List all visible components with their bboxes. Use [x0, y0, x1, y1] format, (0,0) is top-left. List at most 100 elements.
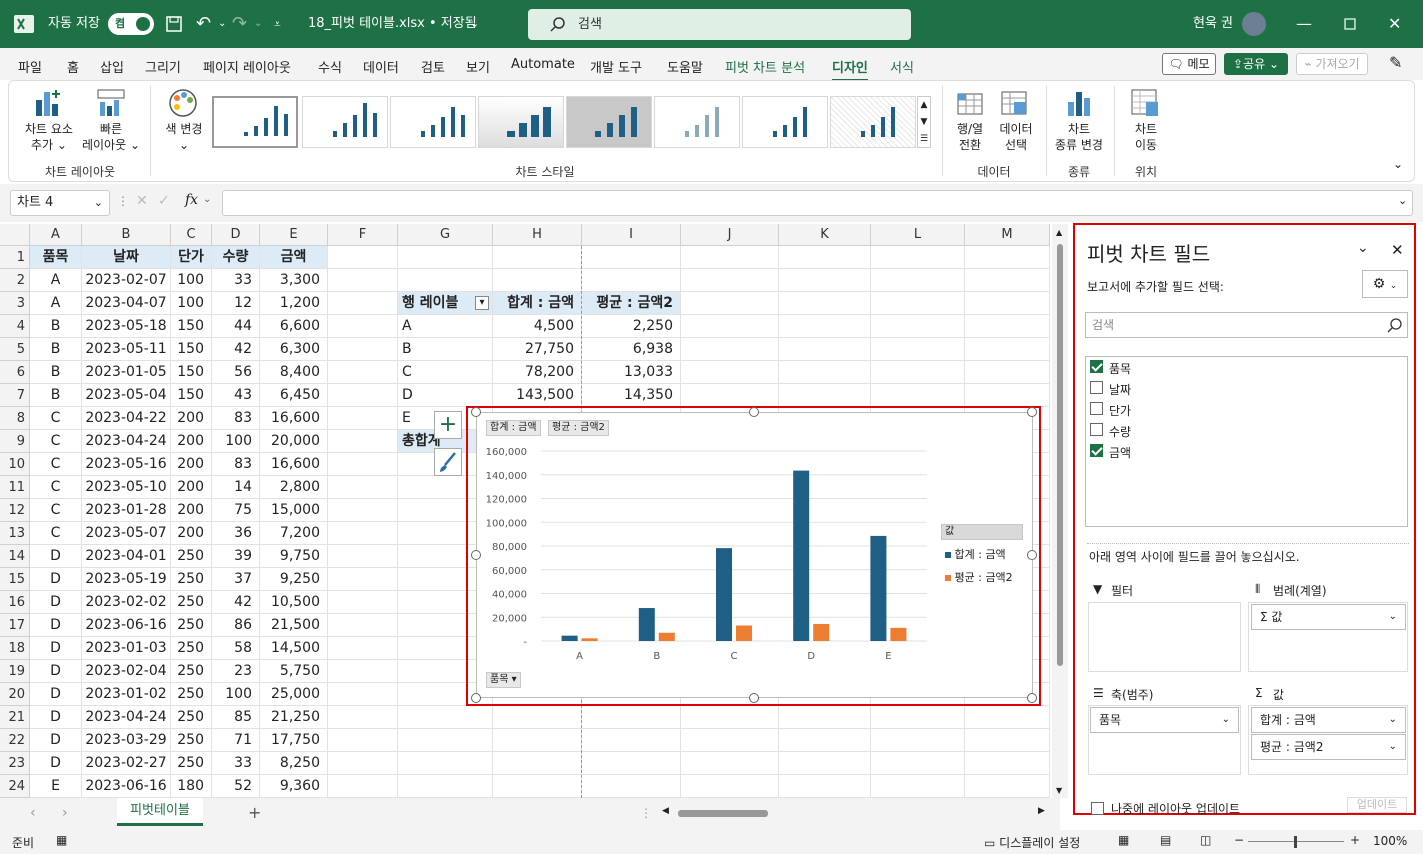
grid-cell[interactable] — [965, 292, 1050, 315]
table-cell[interactable]: 9,250 — [260, 568, 328, 591]
pane-settings-gear-icon[interactable]: ⚙ ⌄ — [1362, 270, 1408, 298]
formula-input[interactable] — [222, 190, 1413, 216]
grid-cell[interactable] — [328, 637, 398, 660]
close-icon[interactable]: ✕ — [1388, 0, 1401, 48]
column-header[interactable]: M — [965, 224, 1050, 246]
table-cell[interactable]: 8,250 — [260, 752, 328, 775]
table-cell[interactable]: D — [30, 568, 82, 591]
grid-cell[interactable] — [871, 729, 965, 752]
row-header[interactable]: 7 — [0, 384, 30, 407]
table-cell[interactable]: 2023-05-16 — [82, 453, 171, 476]
hscroll-thumb[interactable] — [678, 810, 768, 817]
filter-drop-area[interactable] — [1088, 602, 1241, 672]
table-cell[interactable]: B — [30, 361, 82, 384]
chart-style-6[interactable] — [654, 96, 740, 148]
tab-developer[interactable]: 개발 도구 — [590, 57, 642, 76]
table-cell[interactable]: A — [30, 269, 82, 292]
grid-cell[interactable] — [965, 384, 1050, 407]
pivot-row-label[interactable]: D — [398, 384, 493, 407]
row-header[interactable]: 12 — [0, 499, 30, 522]
table-cell[interactable]: 250 — [171, 683, 212, 706]
collapse-ribbon-icon[interactable]: ⌄ — [1393, 157, 1403, 171]
table-cell[interactable]: 200 — [171, 430, 212, 453]
pivot-filter-dropdown-icon[interactable]: ▾ — [475, 296, 489, 310]
grid-cell[interactable] — [328, 407, 398, 430]
table-cell[interactable]: 23 — [212, 660, 260, 683]
table-cell[interactable]: 10,500 — [260, 591, 328, 614]
resize-handle[interactable] — [1027, 550, 1037, 560]
table-cell[interactable]: 250 — [171, 729, 212, 752]
grid-cell[interactable] — [398, 706, 493, 729]
table-cell[interactable]: 100 — [212, 430, 260, 453]
grid-cell[interactable] — [582, 775, 681, 798]
grid-cell[interactable] — [965, 361, 1050, 384]
table-cell[interactable]: 7,200 — [260, 522, 328, 545]
row-header[interactable]: 16 — [0, 591, 30, 614]
grid-cell[interactable] — [493, 729, 582, 752]
table-cell[interactable]: 2023-05-07 — [82, 522, 171, 545]
undo-icon[interactable]: ↶ — [196, 0, 211, 48]
defer-update-checkbox[interactable] — [1091, 802, 1104, 815]
grid-cell[interactable] — [328, 614, 398, 637]
grid-cell[interactable] — [871, 752, 965, 775]
zoom-in-icon[interactable]: + — [1350, 833, 1360, 847]
fx-dropdown-icon[interactable]: ⌄ — [203, 194, 211, 205]
switch-row-column-button[interactable]: 행/열 전환 — [948, 121, 992, 153]
grid-cell[interactable] — [328, 476, 398, 499]
grid-cell[interactable] — [328, 729, 398, 752]
grid-cell[interactable] — [681, 269, 779, 292]
table-cell[interactable]: 2023-02-07 — [82, 269, 171, 292]
grid-cell[interactable] — [328, 545, 398, 568]
pivot-value-avg[interactable]: 2,250 — [582, 315, 681, 338]
horizontal-scrollbar[interactable]: ◀ ▶ — [662, 806, 1050, 820]
grid-cell[interactable] — [681, 315, 779, 338]
field-label-price[interactable]: 단가 — [1109, 402, 1131, 419]
share-button[interactable]: ⇪공유 ⌄ — [1224, 53, 1288, 75]
add-chart-element-button[interactable]: 차트 요소 추가 ⌄ — [18, 121, 80, 153]
grid-cell[interactable] — [681, 292, 779, 315]
grid-cell[interactable] — [681, 338, 779, 361]
minimize-icon[interactable]: — — [1296, 0, 1312, 48]
table-cell[interactable]: 2023-04-24 — [82, 430, 171, 453]
grid-cell[interactable] — [328, 269, 398, 292]
pane-search-input[interactable]: 검색 — [1085, 312, 1408, 338]
table-cell[interactable]: 5,750 — [260, 660, 328, 683]
grid-cell[interactable] — [398, 246, 493, 269]
table-cell[interactable]: 44 — [212, 315, 260, 338]
redo-dropdown-icon[interactable]: ⌄ — [254, 0, 262, 48]
tab-review[interactable]: 검토 — [421, 57, 445, 76]
table-cell[interactable]: 250 — [171, 614, 212, 637]
grid-cell[interactable] — [398, 269, 493, 292]
maximize-icon[interactable] — [1344, 18, 1356, 30]
table-cell[interactable]: B — [30, 384, 82, 407]
grid-cell[interactable] — [328, 683, 398, 706]
table-cell[interactable]: 9,750 — [260, 545, 328, 568]
table-cell[interactable]: 21,250 — [260, 706, 328, 729]
pivot-row-label[interactable]: C — [398, 361, 493, 384]
insert-function-button[interactable]: fx — [185, 192, 198, 208]
tab-automate[interactable]: Automate — [511, 57, 575, 72]
table-cell[interactable]: 33 — [212, 752, 260, 775]
table-cell[interactable]: 180 — [171, 775, 212, 798]
row-header[interactable]: 14 — [0, 545, 30, 568]
grid-cell[interactable] — [493, 752, 582, 775]
grid-cell[interactable] — [493, 775, 582, 798]
table-cell[interactable]: 39 — [212, 545, 260, 568]
grid-cell[interactable] — [871, 384, 965, 407]
grid-cell[interactable] — [328, 568, 398, 591]
table-cell[interactable]: 2023-02-27 — [82, 752, 171, 775]
row-header[interactable]: 15 — [0, 568, 30, 591]
tab-insert[interactable]: 삽입 — [100, 57, 124, 76]
field-label-item[interactable]: 품목 — [1109, 360, 1131, 377]
field-label-qty[interactable]: 수량 — [1109, 423, 1131, 440]
grid-cell[interactable] — [871, 338, 965, 361]
column-header[interactable]: L — [871, 224, 965, 246]
column-header[interactable]: C — [171, 224, 212, 246]
field-checkbox-amount[interactable] — [1090, 444, 1103, 457]
scroll-thumb[interactable] — [1057, 244, 1063, 666]
table-cell[interactable]: D — [30, 637, 82, 660]
table-cell[interactable]: 85 — [212, 706, 260, 729]
grid-cell[interactable] — [779, 338, 871, 361]
grid-cell[interactable] — [779, 706, 871, 729]
table-cell[interactable]: D — [30, 752, 82, 775]
